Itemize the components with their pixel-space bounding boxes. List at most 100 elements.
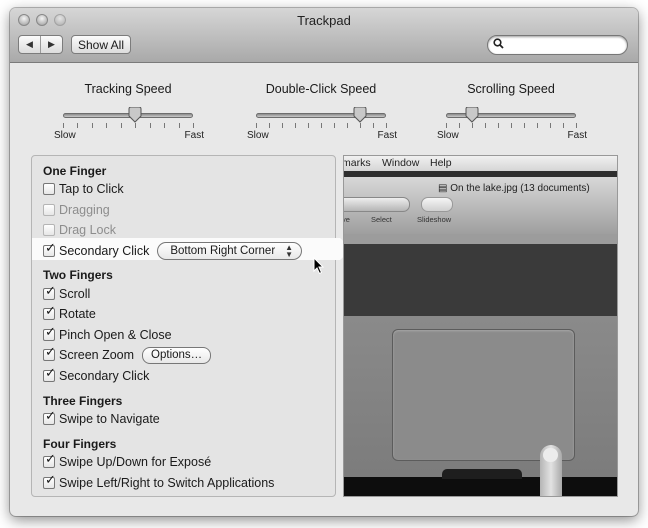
- swipe-to-navigate-checkbox[interactable]: ✓: [43, 409, 56, 425]
- slider-ticks: [256, 123, 387, 128]
- scroll-option[interactable]: ✓ Scroll: [43, 284, 91, 302]
- scroll-checkbox[interactable]: ✓: [43, 284, 56, 300]
- back-button[interactable]: ◀: [19, 36, 40, 53]
- checkmark-icon: ✓: [45, 240, 56, 255]
- scrolling-speed-slider[interactable]: Scrolling Speed Slow Fast: [437, 82, 587, 141]
- one-finger-heading: One Finger: [43, 164, 107, 178]
- option-label: Dragging: [59, 203, 110, 217]
- slider-ticks: [446, 123, 577, 128]
- three-fingers-heading: Three Fingers: [43, 394, 123, 408]
- menu-item: Help: [430, 157, 452, 169]
- one-finger-secondary-click-option[interactable]: ✓ Secondary Click Bottom Right Corner ▲ ▼: [43, 241, 303, 260]
- option-label: Secondary Click: [59, 369, 150, 383]
- slider-tick: [446, 123, 447, 128]
- preview-menubar: marks Window Help: [344, 156, 617, 171]
- drag-lock-option: Drag Lock: [43, 222, 116, 238]
- slider-tick: [459, 123, 460, 128]
- forward-button[interactable]: ▶: [40, 36, 62, 53]
- slider-tick: [373, 123, 374, 128]
- fast-label: Fast: [377, 130, 397, 141]
- fast-label: Fast: [184, 130, 204, 141]
- checkmark-icon: ✓: [45, 365, 56, 380]
- checkmark-icon: ✓: [45, 283, 56, 298]
- secondary-click-checkbox[interactable]: ✓: [43, 366, 56, 382]
- menu-item: marks: [343, 157, 371, 169]
- swipe-to-navigate-option[interactable]: ✓ Swipe to Navigate: [43, 409, 160, 427]
- double-click-speed-label: Double-Click Speed: [265, 82, 377, 96]
- slider-tick: [347, 123, 348, 128]
- slider-tick: [77, 123, 79, 128]
- back-forward-control: ◀ ▶: [18, 35, 63, 54]
- option-label: Swipe Up/Down for Exposé: [59, 455, 212, 469]
- slider-tick: [178, 123, 180, 128]
- toolbar-label: ve: [344, 215, 350, 224]
- slider-thumb[interactable]: [128, 106, 142, 123]
- slider-tick: [386, 123, 387, 128]
- swipe-expose-checkbox[interactable]: ✓: [43, 452, 56, 468]
- double-click-speed-slider[interactable]: Double-Click Speed Slow Fast: [247, 82, 397, 141]
- rotate-checkbox[interactable]: ✓: [43, 304, 56, 320]
- option-label: Screen Zoom: [59, 348, 135, 362]
- swipe-switch-apps-checkbox[interactable]: ✓: [43, 473, 56, 489]
- two-fingers-heading: Two Fingers: [43, 268, 113, 282]
- search-input[interactable]: [508, 37, 624, 54]
- tracking-speed-slider[interactable]: Tracking Speed Slow Fast: [54, 82, 204, 141]
- checkmark-icon: ✓: [45, 451, 56, 466]
- slider-tick: [106, 123, 108, 128]
- swipe-expose-option[interactable]: ✓ Swipe Up/Down for Exposé: [43, 452, 212, 470]
- checkmark-icon: ✓: [45, 408, 56, 423]
- slider-tick: [576, 123, 577, 128]
- slider-ticks: [63, 123, 194, 128]
- slider-tick: [308, 123, 309, 128]
- slider-tick: [269, 123, 270, 128]
- secondary-click-checkbox[interactable]: ✓: [43, 241, 56, 257]
- search-field[interactable]: [487, 35, 628, 55]
- rotate-option[interactable]: ✓ Rotate: [43, 304, 96, 322]
- checkmark-icon: ✓: [45, 344, 56, 359]
- trackpad-preferences-window: Trackpad ◀ ▶ Show All Tracking Speed Slo…: [10, 8, 638, 516]
- slider-tick: [563, 123, 564, 128]
- screen-zoom-option[interactable]: ✓ Screen Zoom Options…: [43, 345, 212, 364]
- checkmark-icon: ✓: [45, 324, 56, 339]
- option-label: Swipe Left/Right to Switch Applications: [59, 476, 275, 490]
- pinch-checkbox[interactable]: ✓: [43, 325, 56, 341]
- preview-toolbar: ▤ On the lake.jpg (13 documents) ve Sele…: [344, 177, 617, 234]
- slider-tick: [282, 123, 283, 128]
- option-label: Swipe to Navigate: [59, 412, 160, 426]
- pinch-option[interactable]: ✓ Pinch Open & Close: [43, 325, 172, 343]
- gestures-panel: One Finger Tap to Click Dragging Drag Lo…: [31, 155, 352, 497]
- slider-tick: [550, 123, 551, 128]
- slow-label: Slow: [54, 130, 76, 141]
- dragging-checkbox: [43, 204, 55, 216]
- screen-zoom-checkbox[interactable]: ✓: [43, 345, 56, 361]
- show-all-button[interactable]: Show All: [71, 35, 131, 54]
- slider-tick: [537, 123, 538, 128]
- slider-tick: [120, 123, 122, 128]
- slider-tick: [149, 123, 151, 128]
- preview-segmented-control: [344, 197, 410, 212]
- laptop-palmrest: [344, 316, 617, 488]
- laptop-edge: [344, 477, 617, 496]
- toolbar-label: Select: [371, 215, 392, 224]
- dragging-option: Dragging: [43, 202, 110, 218]
- screen-zoom-options-button[interactable]: Options…: [142, 346, 212, 364]
- four-fingers-heading: Four Fingers: [43, 437, 117, 451]
- slider-thumb[interactable]: [353, 106, 367, 123]
- tracking-speed-label: Tracking Speed: [84, 82, 172, 96]
- secondary-click-corner-popup[interactable]: Bottom Right Corner ▲ ▼: [157, 242, 303, 260]
- tap-to-click-option[interactable]: Tap to Click: [43, 181, 124, 197]
- triangle-right-icon: ▶: [48, 39, 55, 49]
- gesture-demo-video: marks Window Help ▤ On the lake.jpg (13 …: [343, 155, 618, 497]
- two-finger-secondary-click-option[interactable]: ✓ Secondary Click: [43, 366, 150, 384]
- option-label: Scroll: [59, 287, 91, 301]
- slider-tick: [164, 123, 166, 128]
- menu-item: Window: [382, 157, 420, 169]
- slider-thumb[interactable]: [465, 106, 479, 123]
- scrolling-speed-label: Scrolling Speed: [467, 82, 555, 96]
- window-title: Trackpad: [297, 13, 351, 28]
- option-label: Rotate: [59, 307, 96, 321]
- swipe-switch-apps-option[interactable]: ✓ Swipe Left/Right to Switch Application…: [43, 473, 275, 491]
- tap-to-click-checkbox[interactable]: [43, 183, 55, 195]
- popup-value: Bottom Right Corner: [170, 245, 276, 257]
- fast-label: Fast: [567, 130, 587, 141]
